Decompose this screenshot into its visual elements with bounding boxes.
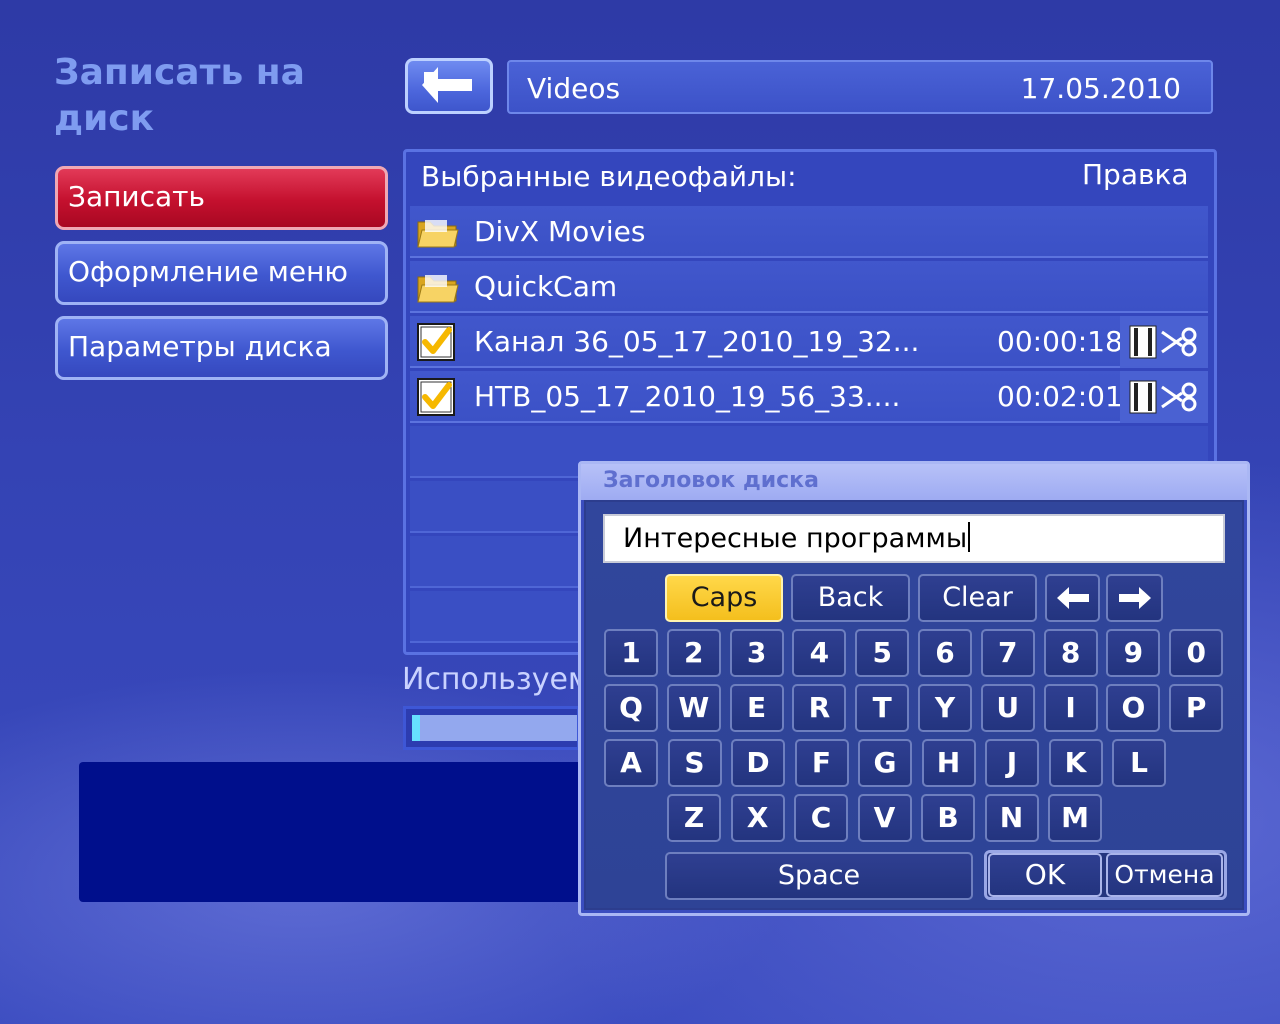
menu-design-button[interactable]: Оформление меню xyxy=(55,241,388,305)
text-caret xyxy=(968,522,971,552)
list-item-folder[interactable]: DivX Movies xyxy=(410,206,1208,258)
key-c[interactable]: C xyxy=(794,794,848,842)
disc-usage-fill xyxy=(412,715,420,741)
key-i[interactable]: I xyxy=(1043,684,1098,732)
list-item-label: Канал 36_05_17_2010_19_32... xyxy=(474,325,920,358)
back-button[interactable] xyxy=(405,58,493,114)
current-folder: Videos xyxy=(527,72,621,105)
checkbox-checked-icon[interactable] xyxy=(416,322,456,362)
space-key[interactable]: Space xyxy=(665,852,973,900)
checkbox-checked-icon[interactable] xyxy=(416,377,456,417)
key-t[interactable]: T xyxy=(855,684,910,732)
dialog-titlebar: Заголовок диска xyxy=(581,464,1247,500)
dialog-title: Заголовок диска xyxy=(603,468,819,493)
key-1[interactable]: 1 xyxy=(604,629,658,677)
cancel-button[interactable]: Отмена xyxy=(1106,853,1223,897)
right-arrow-key[interactable] xyxy=(1106,574,1163,622)
key-4[interactable]: 4 xyxy=(792,629,847,677)
disc-usage-bar xyxy=(403,706,580,750)
key-5[interactable]: 5 xyxy=(855,629,910,677)
edit-video-button[interactable] xyxy=(1120,316,1208,368)
key-y[interactable]: Y xyxy=(918,684,972,732)
right-arrow-icon xyxy=(1119,587,1151,609)
key-v[interactable]: V xyxy=(857,794,912,842)
disc-params-button[interactable]: Параметры диска xyxy=(55,316,388,380)
edit-button[interactable]: Правка xyxy=(1082,158,1189,191)
key-d[interactable]: D xyxy=(731,739,785,787)
key-b[interactable]: B xyxy=(921,794,975,842)
info-panel xyxy=(79,762,599,902)
key-m[interactable]: M xyxy=(1048,794,1102,842)
key-w[interactable]: W xyxy=(666,684,721,732)
key-e[interactable]: E xyxy=(729,684,784,732)
duration-label: 00:02:01 xyxy=(997,380,1123,413)
key-f[interactable]: F xyxy=(794,739,849,787)
back-key[interactable]: Back xyxy=(791,574,910,622)
key-g[interactable]: G xyxy=(858,739,912,787)
disc-title-value: Интересные программы xyxy=(623,523,968,554)
list-item-video[interactable]: Канал 36_05_17_2010_19_32... 00:00:18 xyxy=(410,316,1208,368)
key-j[interactable]: J xyxy=(985,739,1039,787)
film-scissors-icon xyxy=(1129,380,1197,414)
key-l[interactable]: L xyxy=(1112,739,1166,787)
list-item-folder[interactable]: QuickCam xyxy=(410,261,1208,313)
key-8[interactable]: 8 xyxy=(1043,629,1098,677)
clear-key[interactable]: Clear xyxy=(918,574,1037,622)
key-3[interactable]: 3 xyxy=(729,629,784,677)
key-a[interactable]: A xyxy=(604,739,658,787)
list-item-label: QuickCam xyxy=(474,270,618,303)
key-x[interactable]: X xyxy=(730,794,785,842)
key-9[interactable]: 9 xyxy=(1106,629,1161,677)
disc-title-input[interactable]: Интересные программы xyxy=(603,514,1225,563)
left-arrow-key[interactable] xyxy=(1045,574,1100,622)
disc-usage-label: Используемо xyxy=(402,662,580,697)
left-arrow-icon xyxy=(1057,587,1089,609)
key-p[interactable]: P xyxy=(1169,684,1224,732)
duration-label: 00:00:18 xyxy=(997,325,1123,358)
folder-icon xyxy=(417,220,459,248)
key-2[interactable]: 2 xyxy=(666,629,721,677)
list-item-label: НТВ_05_17_2010_19_56_33.... xyxy=(474,380,901,413)
key-h[interactable]: H xyxy=(921,739,976,787)
up-arrow-icon xyxy=(422,67,472,103)
key-0[interactable]: 0 xyxy=(1169,629,1224,677)
key-r[interactable]: R xyxy=(792,684,847,732)
key-k[interactable]: K xyxy=(1048,739,1103,787)
burn-button[interactable]: Записать xyxy=(55,166,388,230)
key-q[interactable]: Q xyxy=(604,684,658,732)
list-heading: Выбранные видеофайлы: xyxy=(421,160,797,193)
folder-icon xyxy=(417,275,459,303)
page-title: Записать на диск xyxy=(54,52,305,139)
key-7[interactable]: 7 xyxy=(980,629,1035,677)
header-date: 17.05.2010 xyxy=(1020,72,1181,105)
film-scissors-icon xyxy=(1129,325,1197,359)
caps-key[interactable]: Caps xyxy=(665,574,783,622)
list-item-video[interactable]: НТВ_05_17_2010_19_56_33.... 00:02:01 xyxy=(410,371,1208,423)
key-s[interactable]: S xyxy=(667,739,722,787)
key-z[interactable]: Z xyxy=(667,794,721,842)
list-item-label: DivX Movies xyxy=(474,215,646,248)
key-6[interactable]: 6 xyxy=(918,629,972,677)
key-u[interactable]: U xyxy=(980,684,1035,732)
edit-video-button[interactable] xyxy=(1120,371,1208,423)
key-o[interactable]: O xyxy=(1106,684,1161,732)
ok-button[interactable]: OK xyxy=(988,853,1102,897)
header-bar: Videos 17.05.2010 xyxy=(507,60,1213,114)
key-n[interactable]: N xyxy=(984,794,1039,842)
